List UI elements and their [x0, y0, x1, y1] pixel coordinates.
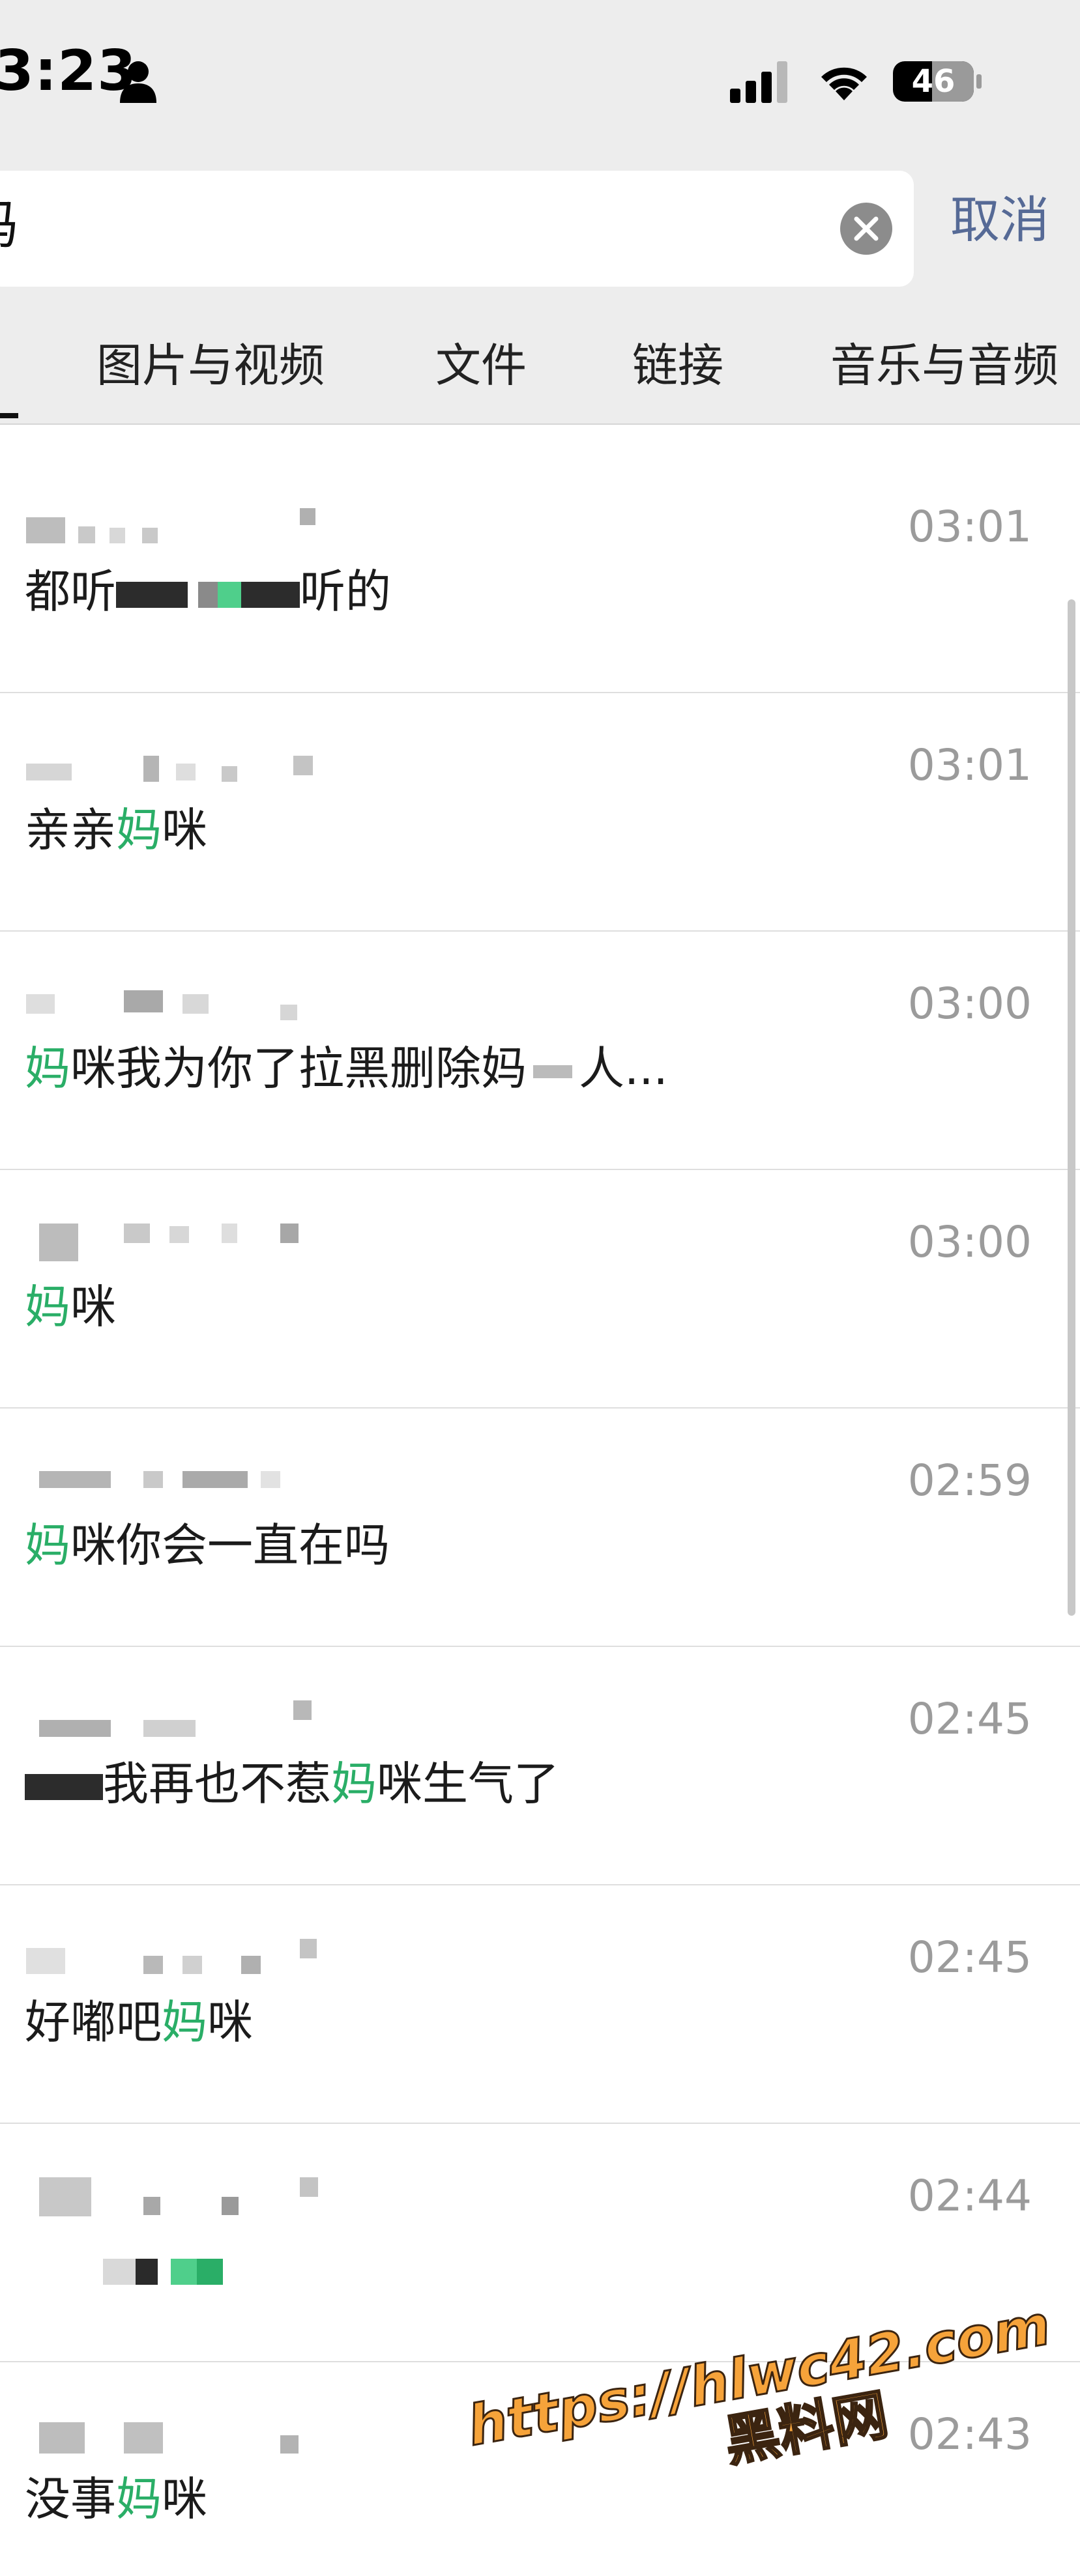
scrollbar[interactable] — [1068, 599, 1075, 1616]
divider — [0, 423, 1080, 455]
clear-icon[interactable] — [839, 202, 893, 255]
message-time: 02:45 — [907, 1932, 1032, 1982]
status-bar: 3:23 46 — [0, 0, 1080, 163]
message-snippet: 妈咪 — [25, 1280, 116, 1334]
list-item[interactable]: 03:01 亲亲妈咪 — [0, 693, 1080, 932]
battery-level: 46 — [911, 63, 956, 100]
sender-name-redacted — [26, 508, 326, 547]
results-list: 03:01 都听听的 03:01 亲亲妈咪 03:00 妈咪我为你了拉黑删除妈 — [0, 455, 1080, 2576]
search-query[interactable]: 吗 — [0, 199, 18, 251]
list-item[interactable]: 02:45 我再也不惹妈咪生气了 — [0, 1647, 1080, 1885]
sender-name-redacted — [26, 1700, 326, 1739]
list-item[interactable]: 03:00 妈咪我为你了拉黑删除妈 人... — [0, 932, 1080, 1170]
message-snippet: 妈咪我为你了拉黑删除妈 人... — [25, 1042, 668, 1095]
list-item[interactable]: 03:01 都听 听的 — [0, 455, 1080, 693]
message-time: 02:43 — [907, 2409, 1032, 2459]
signal-icon — [730, 61, 787, 103]
sender-name-redacted — [26, 2177, 326, 2216]
search-input[interactable]: 吗 — [0, 171, 914, 287]
search-results-screen: 3:23 46 吗 取消 — [0, 0, 1080, 2576]
person-icon — [120, 61, 156, 103]
message-time: 02:59 — [907, 1455, 1032, 1506]
message-snippet: 没事妈咪 — [25, 2472, 207, 2526]
message-time: 03:01 — [907, 502, 1032, 552]
sender-name-redacted — [26, 2416, 326, 2455]
list-item[interactable]: 02:59 妈咪你会一直在吗 — [0, 1409, 1080, 1647]
sender-name-redacted — [26, 1939, 326, 1978]
sender-name-redacted — [26, 747, 326, 786]
sender-name-redacted — [26, 1462, 326, 1501]
tab-files[interactable]: 文件 — [435, 343, 527, 388]
message-snippet — [25, 2241, 223, 2296]
message-time: 03:00 — [907, 1217, 1032, 1267]
tab-images-videos[interactable]: 图片与视频 — [96, 343, 325, 388]
message-time: 03:01 — [907, 740, 1032, 790]
tab-links[interactable]: 链接 — [632, 343, 723, 388]
cancel-button[interactable]: 取消 — [950, 195, 1049, 245]
wifi-icon — [821, 67, 867, 100]
message-time: 03:00 — [907, 979, 1032, 1029]
status-time: 3:23 — [0, 38, 137, 104]
list-item[interactable]: 02:44 — [0, 2124, 1080, 2362]
sender-name-redacted — [26, 1224, 326, 1263]
message-time: 02:44 — [907, 2171, 1032, 2221]
list-item[interactable]: 03:00 妈咪 — [0, 1170, 1080, 1409]
search-row: 吗 — [0, 163, 1080, 306]
tab-music-audio[interactable]: 音乐与音频 — [830, 343, 1058, 388]
tab-indicator — [0, 413, 18, 418]
message-snippet: 好嘟吧妈咪 — [25, 1996, 253, 2049]
message-snippet: 我再也不惹妈咪生气了 — [25, 1756, 559, 1811]
list-item[interactable]: 02:43 没事妈咪 — [0, 2362, 1080, 2576]
message-time: 02:45 — [907, 1694, 1032, 1744]
message-snippet: 亲亲妈咪 — [25, 803, 207, 857]
message-snippet: 都听 听的 — [25, 565, 391, 618]
sender-name-redacted — [26, 985, 326, 1024]
message-snippet: 妈咪你会一直在吗 — [25, 1519, 390, 1572]
category-tabs: 图片与视频 文件 链接 音乐与音频 — [0, 306, 1080, 423]
list-item[interactable]: 02:45 好嘟吧妈咪 — [0, 1885, 1080, 2124]
